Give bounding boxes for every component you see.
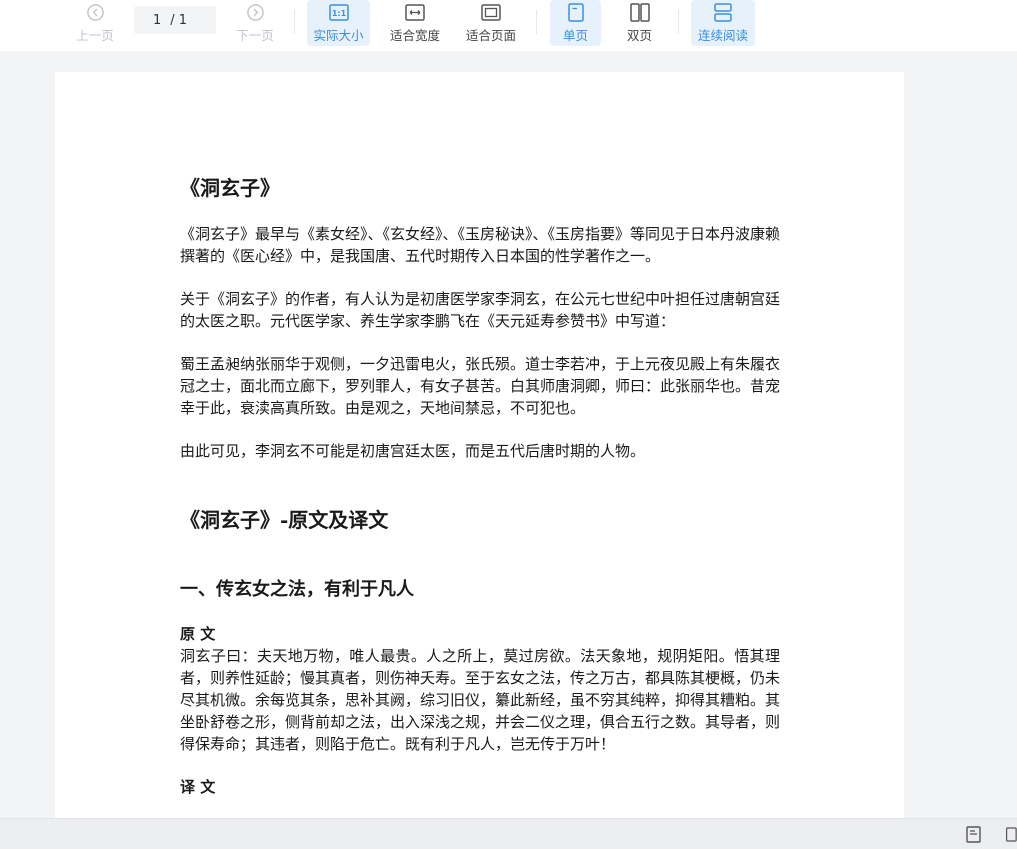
continuous-read-button[interactable]: 连续阅读 <box>691 0 755 46</box>
translation-label: 译 文 <box>180 778 216 796</box>
continuous-read-label: 连续阅读 <box>697 28 748 43</box>
fit-page-button[interactable]: 适合页面 <box>460 0 522 46</box>
paragraph-2: 关于《洞玄子》的作者，有人认为是初唐医学家李洞玄，在公元七世纪中叶担任过唐朝宫廷… <box>180 290 781 330</box>
prev-page-label: 上一页 <box>76 28 114 43</box>
double-page-icon <box>629 2 651 22</box>
fit-page-icon <box>480 2 502 22</box>
actual-size-label: 实际大小 <box>313 28 364 43</box>
toolbar-divider <box>678 10 679 34</box>
page-number-input[interactable]: 1 <box>153 13 161 28</box>
fit-width-label: 适合宽度 <box>389 28 440 43</box>
status-bar <box>0 818 1017 849</box>
paragraph-1: 《洞玄子》最早与《素女经》、《玄女经》、《玉房秘诀》、《玉房指要》等同见于日本丹… <box>180 225 781 265</box>
double-page-view-icon[interactable] <box>1004 824 1017 844</box>
toolbar-divider <box>294 10 295 34</box>
toolbar-divider <box>536 10 537 34</box>
subsection-title: 一、传玄女之法，有利于凡人 <box>180 579 414 600</box>
single-page-button[interactable]: 单页 <box>550 0 601 46</box>
double-page-label: 双页 <box>626 28 652 43</box>
chevron-left-circle-icon <box>84 2 106 22</box>
paragraph-3: 蜀王孟昶纳张丽华于观侧，一夕迅雷电火，张氏殒。道士李若冲，于上元夜见殿上有朱履衣… <box>180 355 781 417</box>
document-page: 《洞玄子》 《洞玄子》最早与《素女经》、《玄女经》、《玉房秘诀》、《玉房指要》等… <box>55 72 904 818</box>
chevron-right-circle-icon <box>244 2 266 22</box>
next-page-button[interactable]: 下一页 <box>228 0 282 46</box>
document-title: 《洞玄子》 <box>180 176 280 200</box>
original-text-label: 原 文 <box>180 625 216 643</box>
page-indicator: 1 / 1 <box>134 6 216 34</box>
next-page-label: 下一页 <box>236 28 274 43</box>
actual-size-button[interactable]: 1:1 实际大小 <box>307 0 370 46</box>
fit-width-button[interactable]: 适合宽度 <box>384 0 446 46</box>
svg-text:1:1: 1:1 <box>331 9 346 18</box>
fit-width-icon <box>404 2 426 22</box>
original-text: 洞玄子曰：夫天地万物，唯人最贵。人之所上，莫过房欲。法天象地，规阴矩阳。悟其理者… <box>180 647 781 753</box>
prev-page-button[interactable]: 上一页 <box>68 0 122 46</box>
viewer-toolbar: 上一页 1 / 1 下一页 1:1 实际大小 适合宽度 适合页面 单页 双页 连… <box>0 0 1017 51</box>
single-page-label: 单页 <box>562 28 588 43</box>
fit-page-label: 适合页面 <box>465 28 516 43</box>
page-total: / 1 <box>170 12 188 28</box>
single-page-view-icon[interactable] <box>964 824 982 844</box>
section-heading: 《洞玄子》-原文及译文 <box>180 508 389 532</box>
double-page-button[interactable]: 双页 <box>614 0 665 46</box>
paragraph-4: 由此可见，李洞玄不可能是初唐宫廷太医，而是五代后唐时期的人物。 <box>180 442 646 460</box>
continuous-scroll-icon <box>712 2 734 22</box>
page-content: 《洞玄子》 《洞玄子》最早与《素女经》、《玄女经》、《玉房秘诀》、《玉房指要》等… <box>180 174 780 798</box>
actual-size-icon: 1:1 <box>328 2 350 22</box>
single-page-icon <box>565 2 587 22</box>
